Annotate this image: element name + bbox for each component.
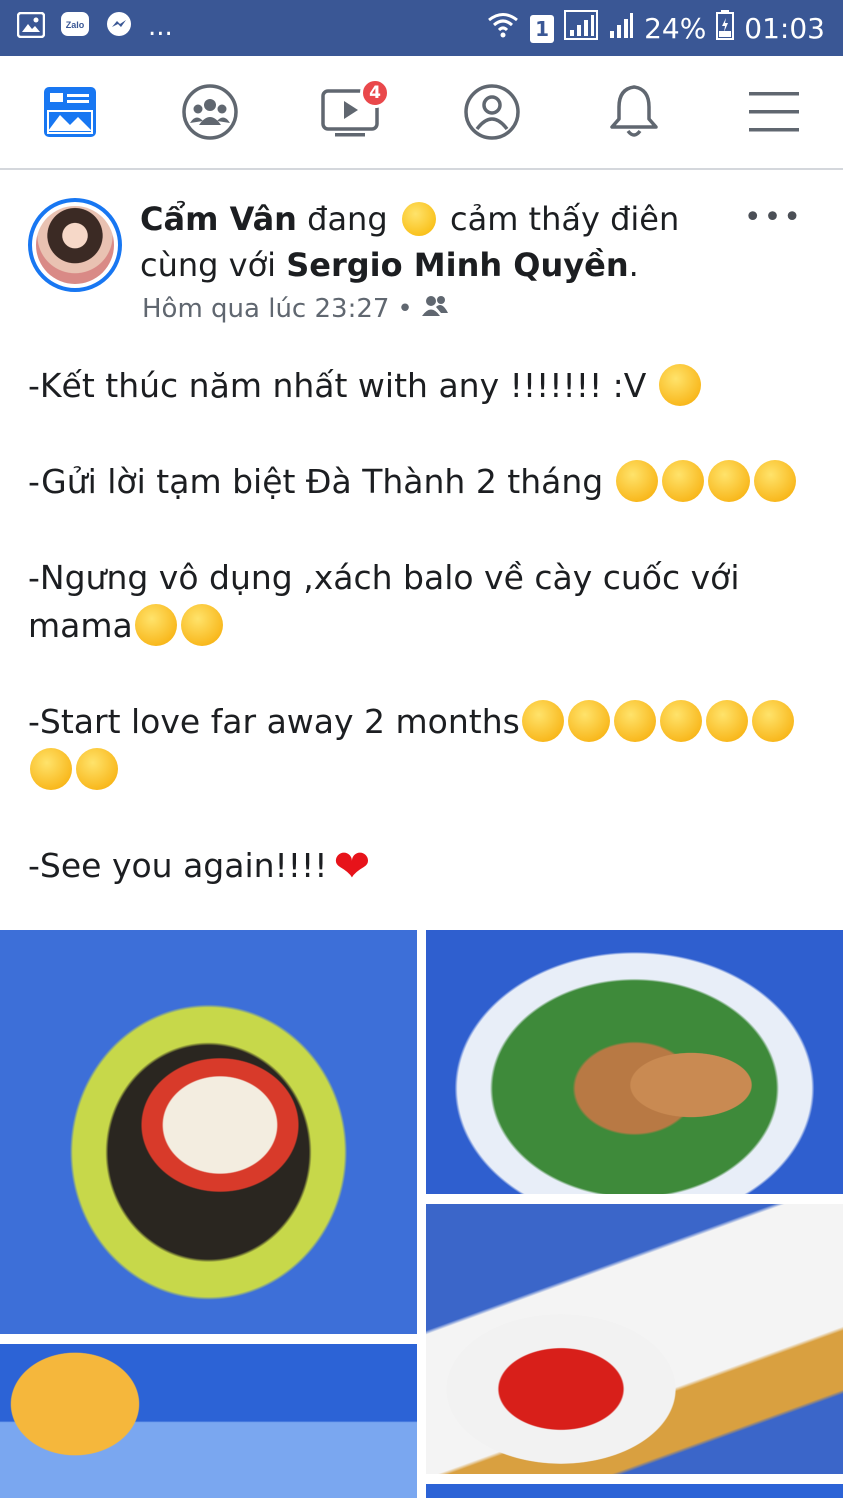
unamused-emoji-icon <box>751 700 794 742</box>
sim-indicator: 1 <box>530 14 555 43</box>
image-icon <box>16 10 46 40</box>
zalo-icon: Zalo <box>60 10 90 40</box>
post-line-5: -See you again!!!! ❤ <box>28 842 828 891</box>
post-line-4-text: -Start love far away 2 months <box>28 702 520 741</box>
wink-emoji-icon <box>180 604 223 646</box>
upside-down-face-emoji-icon <box>615 460 658 502</box>
photo-food-detail <box>120 1040 320 1210</box>
photo-food-detail <box>446 1314 676 1464</box>
post-photo-5[interactable] <box>426 1484 843 1498</box>
meta-separator: • <box>397 294 413 324</box>
tagged-friend[interactable]: Sergio Minh Quyền <box>286 246 628 284</box>
post-meta: Hôm qua lúc 23:27 • <box>142 294 449 324</box>
battery-percent: 24% <box>644 12 707 45</box>
tab-notifications[interactable] <box>604 82 664 142</box>
hamburger-icon <box>749 92 799 132</box>
watch-badge: 4 <box>360 78 390 108</box>
relieved-emoji-icon <box>521 700 564 742</box>
unamused-emoji-icon <box>705 700 748 742</box>
expressionless-emoji-icon <box>659 700 702 742</box>
more-notifications: ... <box>148 12 173 42</box>
rofl-emoji-icon <box>76 748 118 790</box>
tab-menu[interactable] <box>744 82 804 142</box>
post-photo-3[interactable] <box>426 1204 843 1474</box>
post-line-4: -Start love far away 2 months <box>28 698 828 794</box>
post-photo-1[interactable] <box>0 930 417 1334</box>
kiss-emoji-icon <box>658 364 701 406</box>
with-prefix: cùng với <box>140 246 277 284</box>
post-options-button[interactable]: ••• <box>744 200 803 235</box>
photo-food-detail <box>0 1344 150 1464</box>
post-timestamp[interactable]: Hôm qua lúc 23:27 <box>142 294 389 324</box>
bell-icon <box>610 85 658 137</box>
wink-emoji-icon <box>134 604 177 646</box>
tab-groups[interactable] <box>180 82 240 142</box>
wifi-icon <box>486 11 520 46</box>
post-title: Cẩm Vân đang cảm thấy điên cùng với Serg… <box>140 196 700 288</box>
expressionless-emoji-icon <box>613 700 656 742</box>
clock: 01:03 <box>744 12 825 45</box>
rofl-emoji-icon <box>30 748 72 790</box>
post-line-5-text: -See you again!!!! <box>28 846 328 885</box>
messenger-icon <box>104 10 134 40</box>
post-line-1: -Kết thúc năm nhất with any !!!!!!! :V <box>28 362 828 410</box>
author-avatar-ring[interactable] <box>28 198 122 292</box>
post-body: -Kết thúc năm nhất with any !!!!!!! :V -… <box>28 362 828 939</box>
feeling-text: cảm thấy điên <box>449 200 680 238</box>
photo-food-detail <box>606 1040 776 1130</box>
post-photo-4[interactable] <box>0 1344 417 1498</box>
post-line-2: -Gửi lời tạm biệt Đà Thành 2 tháng <box>28 458 828 506</box>
post-line-3-text: -Ngưng vô dụng ,xách balo về cày cuốc vớ… <box>28 558 740 645</box>
signal-icon <box>564 10 599 47</box>
kiss-blush-emoji-icon <box>661 460 704 502</box>
friends-icon <box>421 294 449 324</box>
relieved-emoji-icon <box>567 700 610 742</box>
grin-emoji-icon <box>753 460 796 502</box>
tab-news-feed[interactable] <box>40 82 100 142</box>
avatar <box>36 206 114 284</box>
news-feed-icon <box>44 87 96 137</box>
post-line-3: -Ngưng vô dụng ,xách balo về cày cuốc vớ… <box>28 554 828 650</box>
crazy-face-emoji-icon <box>401 202 436 236</box>
signal-2-icon <box>608 11 634 46</box>
tab-watch[interactable]: 4 <box>320 78 390 142</box>
feeling-prefix: đang <box>307 200 388 238</box>
svg-text:Zalo: Zalo <box>66 20 85 30</box>
status-bar-right: 1 24% 01:03 <box>486 10 825 47</box>
status-bar: Zalo ... 1 24% 01:03 <box>0 0 843 56</box>
status-bar-left: Zalo ... <box>16 10 173 40</box>
profile-icon <box>464 84 520 140</box>
post-line-2-text: -Gửi lời tạm biệt Đà Thành 2 tháng <box>28 462 604 501</box>
heart-icon: ❤ <box>333 841 371 892</box>
tab-profile[interactable] <box>462 82 522 142</box>
post-photo-2[interactable] <box>426 930 843 1194</box>
post-line-1-text: -Kết thúc năm nhất with any !!!!!!! :V <box>28 366 647 405</box>
author-name[interactable]: Cẩm Vân <box>140 200 297 238</box>
post-header: Cẩm Vân đang cảm thấy điên cùng với Serg… <box>0 170 843 340</box>
kiss-emoji-icon <box>707 460 750 502</box>
battery-icon <box>716 10 735 47</box>
title-period: . <box>628 246 639 284</box>
top-navigation: 4 <box>0 56 843 170</box>
groups-icon <box>182 84 238 140</box>
